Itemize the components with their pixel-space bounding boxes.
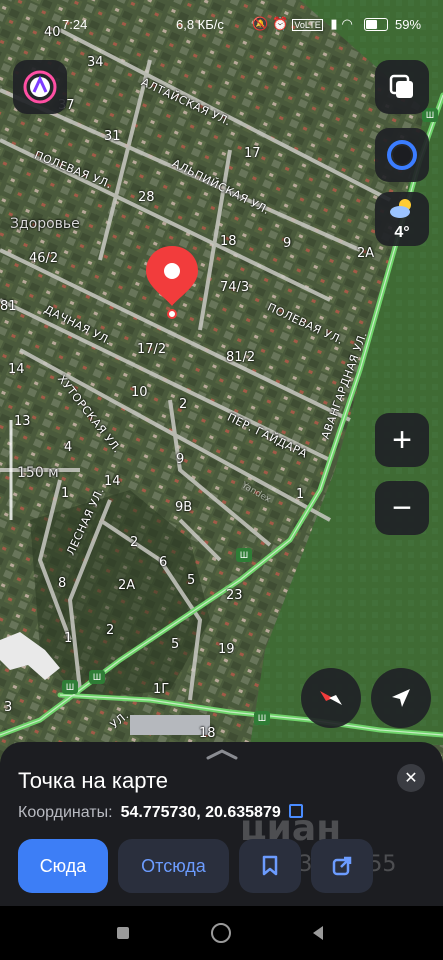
house-number: 9В xyxy=(175,500,193,515)
house-number: 1 xyxy=(296,487,305,502)
weather-cloud-sun-icon xyxy=(390,199,411,218)
house-number: 28 xyxy=(138,190,155,205)
house-number: 18 xyxy=(220,234,237,249)
house-number: 5 xyxy=(171,637,180,652)
bookmark-button[interactable] xyxy=(239,839,301,893)
temperature: 4° xyxy=(394,224,410,241)
house-number: 3 xyxy=(4,700,13,715)
sheet-title: Точка на карте xyxy=(18,768,169,793)
recent-apps-icon[interactable] xyxy=(117,927,129,939)
house-number: 6 xyxy=(159,555,168,570)
map-pin-icon[interactable] xyxy=(144,244,200,320)
weather-widget[interactable]: 4° xyxy=(375,192,429,246)
house-number: 14 xyxy=(8,362,25,377)
house-number: 18 xyxy=(199,726,216,741)
house-number: 13 xyxy=(14,414,31,429)
back-icon[interactable] xyxy=(311,925,325,941)
house-number: 34 xyxy=(87,55,104,70)
compass-icon xyxy=(320,691,342,705)
point-info-sheet: Точка на карте ✕ Координаты: 54.775730, 2… xyxy=(0,742,443,906)
house-number: 4 xyxy=(64,440,73,455)
house-number: 9 xyxy=(283,236,292,251)
compass-button[interactable] xyxy=(301,668,361,728)
layers-button[interactable] xyxy=(375,60,429,114)
house-number: 2 xyxy=(130,535,139,550)
sheet-handle-icon[interactable] xyxy=(205,748,239,760)
house-number: 2 xyxy=(106,623,115,638)
locate-arrow-icon xyxy=(392,689,410,707)
house-number: 5 xyxy=(187,573,196,588)
house-number: 31 xyxy=(104,129,121,144)
house-number: 46/2 xyxy=(29,251,59,266)
road-badge: Ш xyxy=(62,680,78,694)
network-speed: 6,8 КБ/с xyxy=(176,17,224,32)
status-icons: 🔕⏰ VoLTE ▮◠ xyxy=(252,16,357,32)
house-number: 19 xyxy=(218,642,235,657)
alice-icon xyxy=(387,140,417,170)
share-icon xyxy=(332,856,352,876)
road-badge: Ш xyxy=(89,670,105,684)
plus-icon: + xyxy=(392,420,412,459)
system-nav-bar xyxy=(0,906,443,960)
alarm-icon: ⏰ xyxy=(272,16,293,31)
status-bar: 7:24 6,8 КБ/с 🔕⏰ VoLTE ▮◠ 59% xyxy=(0,0,443,44)
mute-icon: 🔕 xyxy=(252,16,273,31)
house-number: 17 xyxy=(244,146,261,161)
volte-icon: VoLTE xyxy=(292,19,323,31)
share-button[interactable] xyxy=(311,839,373,893)
house-number: 14 xyxy=(104,474,121,489)
house-number: 1 xyxy=(61,486,70,501)
coordinates-label: Координаты: xyxy=(18,804,113,821)
house-number: 2А xyxy=(118,578,136,593)
house-number: 8 xyxy=(58,576,67,591)
house-number: 10 xyxy=(131,385,148,400)
road-badge: Ш xyxy=(236,548,252,562)
bookmark-icon xyxy=(262,855,278,876)
home-icon[interactable] xyxy=(211,923,231,943)
zoom-in-button[interactable]: + xyxy=(375,413,429,467)
house-number: 74/3 xyxy=(220,280,250,295)
app-logo-icon[interactable] xyxy=(13,60,67,114)
locate-button[interactable] xyxy=(371,668,431,728)
road-badge: Ш xyxy=(254,711,270,725)
layers-icon xyxy=(389,74,413,98)
zoom-out-button[interactable]: − xyxy=(375,481,429,535)
minus-icon: − xyxy=(392,488,412,527)
status-time: 7:24 xyxy=(62,17,88,32)
house-number: 23 xyxy=(226,588,243,603)
battery-icon xyxy=(364,18,388,31)
close-icon: ✕ xyxy=(404,770,418,787)
route-from-button[interactable]: Отсюда xyxy=(118,839,229,893)
house-number: 9 xyxy=(176,452,185,467)
battery-percent: 59% xyxy=(395,17,422,32)
route-to-button[interactable]: Сюда xyxy=(18,839,108,893)
wifi-icon: ◠ xyxy=(341,16,357,31)
house-number: 81/2 xyxy=(226,350,256,365)
house-number: 2 xyxy=(179,397,188,412)
scale-label: 150 м xyxy=(17,465,59,481)
house-number: 2А xyxy=(357,246,375,261)
place-label: Здоровье xyxy=(10,216,80,232)
house-number: 1Г xyxy=(153,682,170,697)
close-button[interactable]: ✕ xyxy=(397,764,425,792)
signal-icon: ▮ xyxy=(330,16,342,31)
house-number: 81 xyxy=(0,299,17,314)
house-number: 1 xyxy=(64,631,73,646)
alice-button[interactable] xyxy=(375,128,429,182)
house-number: 17/2 xyxy=(137,342,167,357)
